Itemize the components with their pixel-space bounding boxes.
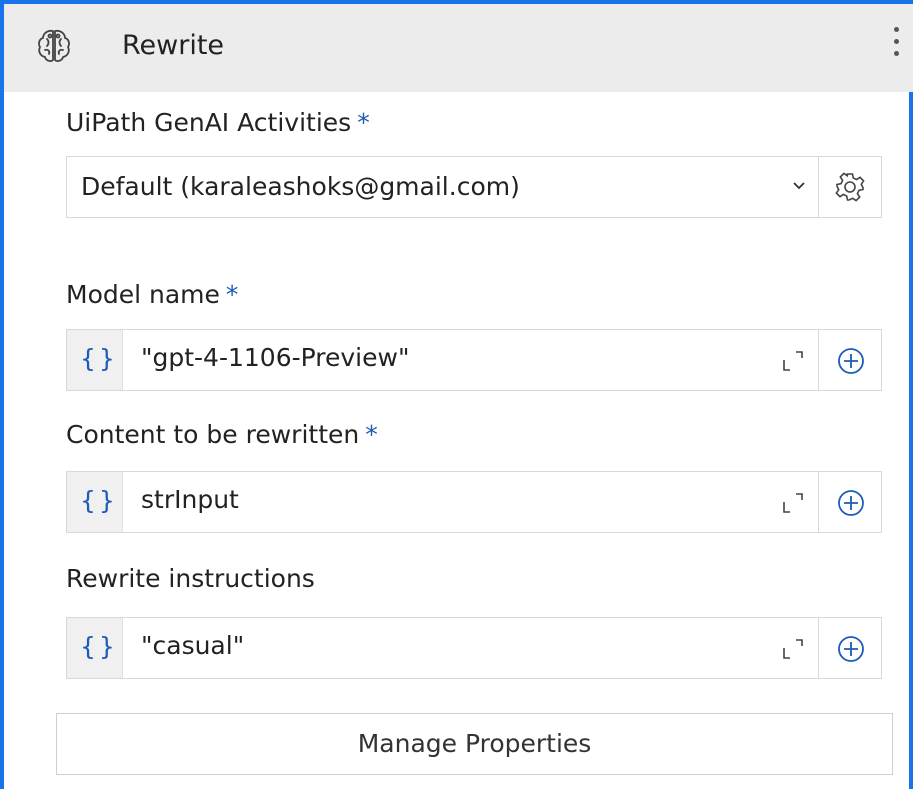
content-value[interactable]: strInput [141,485,239,514]
required-mark: * [365,420,378,449]
connection-dropdown[interactable]: Default (karaleashoks@gmail.com) [66,156,819,218]
expression-type-toggle[interactable]: {} [67,330,123,390]
activity-header[interactable]: Rewrite [4,4,913,92]
rewrite-activity-card[interactable]: Rewrite UiPath GenAI Activities * Default… [0,0,913,789]
content-add-button[interactable] [819,471,882,533]
expression-type-toggle[interactable]: {} [67,618,123,678]
connection-selected-value: Default (karaleashoks@gmail.com) [81,172,520,201]
content-label: Content to be rewritten * [66,420,378,449]
braces-icon: {} [80,486,118,515]
manage-properties-button[interactable]: Manage Properties [56,713,893,775]
required-mark: * [225,280,239,309]
model-name-label: Model name * [66,280,238,309]
content-label-text: Content to be rewritten [66,420,360,449]
more-vertical-icon[interactable] [889,22,903,74]
model-name-add-button[interactable] [819,329,882,391]
rewrite-instructions-field[interactable]: {} "casual" [66,617,819,679]
expression-type-toggle[interactable]: {} [67,472,123,532]
rewrite-instructions-add-button[interactable] [819,617,882,679]
activity-title: Rewrite [122,30,225,61]
connection-settings-button[interactable] [819,156,882,218]
expand-editor-icon[interactable] [780,636,806,662]
connection-label: UiPath GenAI Activities * [66,108,370,137]
chevron-down-icon[interactable] [790,177,808,195]
rewrite-instructions-value[interactable]: "casual" [141,631,244,660]
connection-label-text: UiPath GenAI Activities [66,108,352,137]
braces-icon: {} [80,632,118,661]
braces-icon: {} [80,344,118,373]
brain-icon [38,29,70,62]
model-name-value[interactable]: "gpt-4-1106-Preview" [141,343,409,372]
plus-circle-icon [838,490,864,516]
expand-editor-icon[interactable] [780,348,806,374]
model-name-label-text: Model name [66,280,220,309]
gear-icon [835,172,865,202]
plus-circle-icon [838,348,864,374]
content-field[interactable]: {} strInput [66,471,819,533]
required-mark: * [357,108,370,137]
rewrite-instructions-label: Rewrite instructions [66,564,321,593]
plus-circle-icon [838,636,864,662]
model-name-field[interactable]: {} "gpt-4-1106-Preview" [66,329,819,391]
rewrite-instructions-label-text: Rewrite instructions [66,564,315,593]
expand-editor-icon[interactable] [780,490,806,516]
